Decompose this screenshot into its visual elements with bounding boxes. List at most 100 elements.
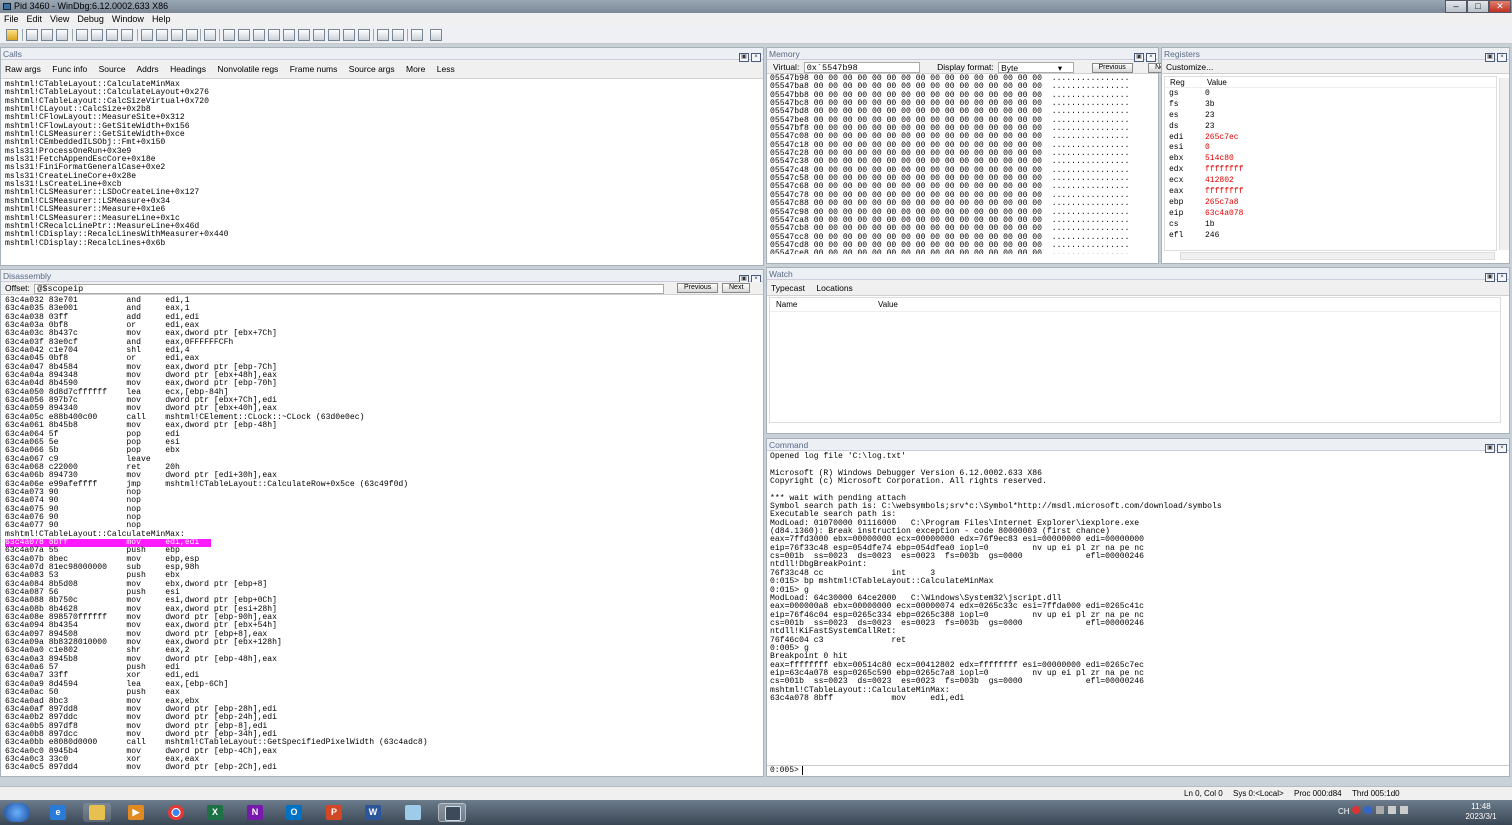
go-icon[interactable]: [76, 29, 88, 41]
menu-file[interactable]: File: [0, 14, 23, 24]
word-icon[interactable]: W: [359, 803, 387, 822]
register-row[interactable]: efl 246: [1165, 231, 1496, 242]
dock-icon[interactable]: ▣: [1485, 444, 1495, 453]
next-button[interactable]: Next: [722, 283, 751, 293]
close-pane-icon[interactable]: ×: [1146, 53, 1156, 62]
tray-volume-icon[interactable]: [1400, 806, 1408, 814]
registers-hscrollbar[interactable]: [1180, 252, 1495, 260]
offset-input[interactable]: @$scopeip: [34, 283, 665, 294]
frame-nums-button[interactable]: Frame nums: [290, 64, 338, 74]
font-icon[interactable]: [411, 29, 423, 41]
register-value[interactable]: 265c7ec: [1205, 133, 1239, 144]
onenote-icon[interactable]: N: [241, 803, 269, 822]
dock-icon[interactable]: ▣: [739, 53, 749, 62]
processes-threads-icon[interactable]: [343, 29, 355, 41]
tray-settings-icon[interactable]: [1376, 806, 1384, 814]
restart-icon[interactable]: [91, 29, 103, 41]
stop-debugging-icon[interactable]: [106, 29, 118, 41]
registers-scrollbar[interactable]: [1499, 78, 1509, 250]
memory-window-icon[interactable]: [283, 29, 295, 41]
source-mode-icon[interactable]: [358, 29, 370, 41]
register-row[interactable]: ebp 265c7a8: [1165, 198, 1496, 209]
register-value[interactable]: 246: [1205, 231, 1219, 242]
register-row[interactable]: esi 0: [1165, 143, 1496, 154]
break-icon[interactable]: [121, 29, 133, 41]
source-args-button[interactable]: Source args: [349, 64, 395, 74]
register-value[interactable]: 412802: [1205, 176, 1234, 187]
menu-help[interactable]: Help: [148, 14, 175, 24]
windbg-icon[interactable]: [438, 803, 466, 822]
hex-view-icon[interactable]: [392, 29, 404, 41]
command-window-icon[interactable]: [223, 29, 235, 41]
tray-security-icon[interactable]: [1352, 806, 1360, 814]
windows-start-icon[interactable]: [4, 803, 30, 822]
notepad-icon[interactable]: [399, 803, 427, 822]
explorer-icon[interactable]: [83, 803, 111, 822]
virtual-address-input[interactable]: 0x`5547b98: [803, 62, 920, 74]
dock-icon[interactable]: ▣: [1485, 273, 1495, 282]
media-player-icon[interactable]: ▶: [122, 803, 150, 822]
register-row[interactable]: cs 1b: [1165, 220, 1496, 231]
menu-edit[interactable]: Edit: [23, 14, 47, 24]
menu-debug[interactable]: Debug: [73, 14, 108, 24]
register-value[interactable]: 0: [1205, 143, 1210, 154]
copy-icon[interactable]: [41, 29, 53, 41]
tray-help-icon[interactable]: [1364, 806, 1372, 814]
more-button[interactable]: More: [406, 64, 425, 74]
register-value[interactable]: 3b: [1205, 100, 1215, 111]
less-button[interactable]: Less: [437, 64, 455, 74]
language-indicator[interactable]: CH: [1338, 807, 1350, 816]
register-value[interactable]: 265c7a8: [1205, 198, 1239, 209]
register-row[interactable]: gs 0: [1165, 89, 1496, 100]
register-row[interactable]: es 23: [1165, 111, 1496, 122]
register-row[interactable]: eip 63c4a078: [1165, 209, 1496, 220]
source-button[interactable]: Source: [99, 64, 126, 74]
previous-button[interactable]: Previous: [677, 283, 719, 293]
dock-icon[interactable]: ▣: [1134, 53, 1144, 62]
register-row[interactable]: edi 265c7ec: [1165, 133, 1496, 144]
register-value[interactable]: 514c80: [1205, 154, 1234, 165]
dock-icon[interactable]: ▣: [1485, 53, 1495, 62]
previous-button[interactable]: Previous: [1091, 62, 1133, 73]
register-value[interactable]: 0: [1205, 89, 1210, 100]
powerpoint-icon[interactable]: P: [320, 803, 348, 822]
close-button[interactable]: ✕: [1489, 0, 1511, 13]
nonvolatile-regs-button[interactable]: Nonvolatile regs: [217, 64, 278, 74]
locals-window-icon[interactable]: [253, 29, 265, 41]
minimize-button[interactable]: –: [1445, 0, 1467, 13]
paste-icon[interactable]: [56, 29, 68, 41]
close-pane-icon[interactable]: ×: [1497, 273, 1507, 282]
locations-button[interactable]: Locations: [816, 283, 852, 293]
customize-button[interactable]: Customize...: [1166, 62, 1213, 72]
chrome-icon[interactable]: [162, 803, 190, 822]
step-over-icon[interactable]: [156, 29, 168, 41]
memory-dump[interactable]: 05547b98 00 00 00 00 00 00 00 00 00 00 0…: [767, 74, 1158, 254]
display-format-select[interactable]: Byte ▾: [998, 62, 1075, 74]
tray-network-icon[interactable]: [1388, 806, 1396, 814]
register-row[interactable]: ebx 514c80: [1165, 154, 1496, 165]
register-row[interactable]: eax ffffffff: [1165, 187, 1496, 198]
register-row[interactable]: ds 23: [1165, 122, 1496, 133]
typecast-button[interactable]: Typecast: [771, 283, 805, 293]
watch-table[interactable]: Name Value: [769, 297, 1501, 423]
tray-icons[interactable]: [1352, 806, 1422, 818]
headings-button[interactable]: Headings: [170, 64, 206, 74]
source-mode-toggle-icon[interactable]: [377, 29, 389, 41]
raw-args-button[interactable]: Raw args: [5, 64, 41, 74]
ie-icon[interactable]: e: [44, 803, 72, 822]
close-pane-icon[interactable]: ×: [1497, 53, 1507, 62]
register-row[interactable]: fs 3b: [1165, 100, 1496, 111]
func-info-button[interactable]: Func info: [52, 64, 87, 74]
step-into-icon[interactable]: [141, 29, 153, 41]
step-out-icon[interactable]: [171, 29, 183, 41]
close-pane-icon[interactable]: ×: [751, 53, 761, 62]
maximize-button[interactable]: □: [1467, 0, 1489, 13]
disassembly-window-icon[interactable]: [313, 29, 325, 41]
cut-icon[interactable]: [26, 29, 38, 41]
excel-icon[interactable]: X: [201, 803, 229, 822]
register-list[interactable]: gs 0 fs 3b es 23 ds 23 edi 265c7ec esi 0 ebx 514c80 ed…: [1165, 88, 1496, 241]
register-row[interactable]: ecx 412802: [1165, 176, 1496, 187]
register-value[interactable]: ffffffff: [1205, 187, 1243, 198]
watch-window-icon[interactable]: [238, 29, 250, 41]
call-stack-window-icon[interactable]: [298, 29, 310, 41]
